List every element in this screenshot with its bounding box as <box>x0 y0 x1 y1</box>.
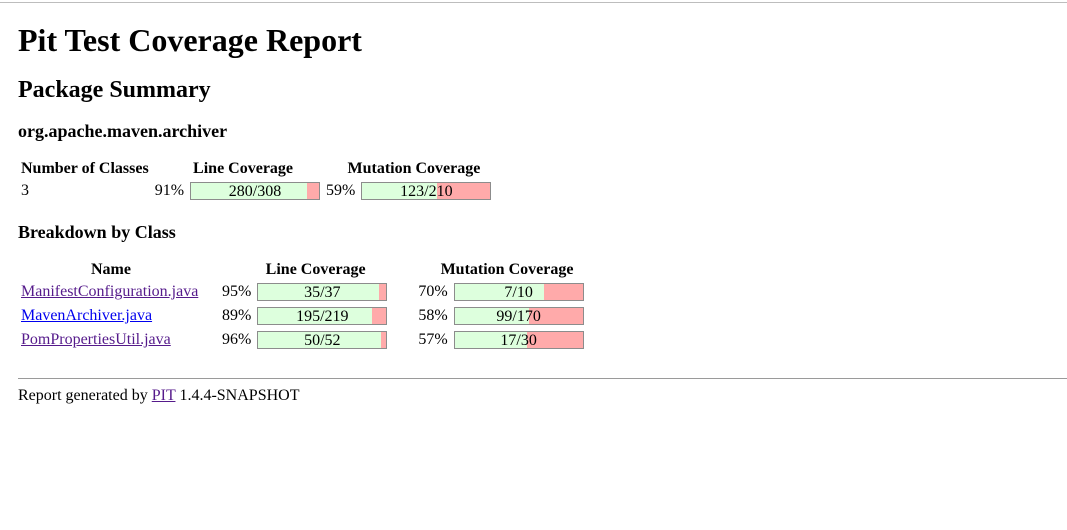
class-mutation-ratio: 17/30 <box>500 332 537 349</box>
mutation-coverage-percent: 59% <box>326 182 356 199</box>
class-mutation-bar: 7/10 <box>453 283 584 301</box>
class-mutation-percent: 58% <box>418 307 448 324</box>
table-row: MavenArchiver.java 89% 195/219 58% 99/17… <box>18 304 587 328</box>
class-breakdown-table: Name Line Coverage Mutation Coverage Man… <box>18 260 587 352</box>
class-line-bar: 50/52 <box>257 331 388 349</box>
class-link-manifest-configuration[interactable]: ManifestConfiguration.java <box>21 283 198 300</box>
class-line-cell: 50/52 <box>254 328 390 352</box>
class-mutation-cell: 17/30 <box>451 328 587 352</box>
class-line-ratio: 35/37 <box>304 284 341 301</box>
class-line-ratio: 195/219 <box>296 308 349 325</box>
page-title: Pit Test Coverage Report <box>18 22 362 58</box>
mutation-coverage-cell: 123/210 <box>358 179 494 203</box>
header-line-coverage: Line Coverage <box>193 160 294 177</box>
footer-prefix: Report generated by <box>18 387 148 404</box>
class-mutation-percent: 70% <box>418 283 448 300</box>
class-line-bar: 195/219 <box>257 307 388 325</box>
class-link-maven-archiver[interactable]: MavenArchiver.java <box>21 307 152 324</box>
footer-version: 1.4.4-SNAPSHOT <box>179 387 300 404</box>
package-summary-table: Number of Classes Line Coverage Mutation… <box>18 159 494 203</box>
package-summary-row: 3 91% 280/308 59% 123/210 <box>18 179 494 203</box>
bottom-divider <box>18 378 1067 379</box>
top-divider <box>0 2 1067 3</box>
header-class-line-coverage: Line Coverage <box>265 261 366 278</box>
mutation-coverage-bar: 123/210 <box>361 182 492 200</box>
class-count: 3 <box>21 182 29 199</box>
class-mutation-percent: 57% <box>418 331 448 348</box>
package-summary-heading: Package Summary <box>18 77 211 103</box>
class-line-percent: 96% <box>222 331 252 348</box>
header-class-mutation-coverage: Mutation Coverage <box>440 261 574 278</box>
class-mutation-ratio: 7/10 <box>504 284 533 301</box>
class-mutation-cell: 7/10 <box>451 280 587 304</box>
header-number-of-classes: Number of Classes <box>21 160 149 177</box>
footer: Report generated by PIT 1.4.4-SNAPSHOT <box>18 386 299 406</box>
pit-link[interactable]: PIT <box>152 387 176 404</box>
class-mutation-bar: 17/30 <box>453 331 584 349</box>
line-coverage-bar: 280/308 <box>190 182 321 200</box>
table-row: PomPropertiesUtil.java 96% 50/52 57% 17/… <box>18 328 587 352</box>
class-mutation-bar: 99/170 <box>453 307 584 325</box>
class-line-ratio: 50/52 <box>304 332 341 349</box>
class-line-cell: 35/37 <box>254 280 390 304</box>
line-coverage-percent: 91% <box>154 182 185 199</box>
class-mutation-cell: 99/170 <box>451 304 587 328</box>
line-coverage-cell: 280/308 <box>187 179 323 203</box>
line-coverage-ratio: 280/308 <box>228 183 282 200</box>
mutation-coverage-ratio: 123/210 <box>400 183 453 200</box>
class-link-pom-properties-util[interactable]: PomPropertiesUtil.java <box>21 331 171 348</box>
package-name: org.apache.maven.archiver <box>18 121 228 141</box>
header-name: Name <box>91 261 131 278</box>
table-row: ManifestConfiguration.java 95% 35/37 70%… <box>18 280 587 304</box>
breakdown-heading: Breakdown by Class <box>18 222 176 242</box>
class-line-bar: 35/37 <box>257 283 388 301</box>
class-line-cell: 195/219 <box>254 304 390 328</box>
class-line-percent: 89% <box>222 307 252 324</box>
header-mutation-coverage: Mutation Coverage <box>347 160 481 177</box>
class-line-percent: 95% <box>222 283 252 300</box>
class-mutation-ratio: 99/170 <box>496 308 541 325</box>
